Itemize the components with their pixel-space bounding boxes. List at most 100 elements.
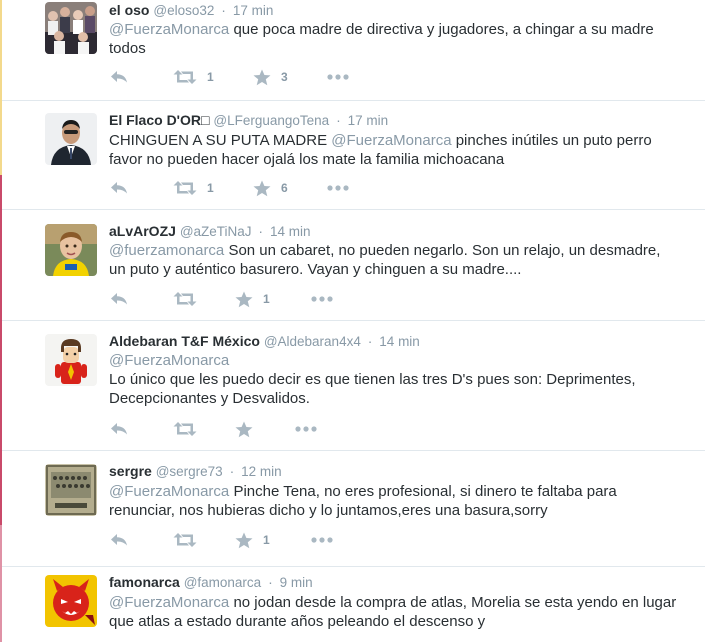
author-handle[interactable]: @famonarca (184, 575, 262, 590)
reply-icon (109, 180, 129, 196)
reply-button[interactable] (109, 289, 129, 309)
timestamp[interactable]: 17 min (348, 113, 389, 128)
mention-link[interactable]: @FuerzaMonarca (109, 351, 679, 370)
avatar[interactable] (45, 334, 97, 386)
mention-link[interactable]: @FuerzaMonarca (109, 21, 229, 38)
retweet-button[interactable]: 1 (173, 178, 214, 198)
more-options-button[interactable] (311, 537, 333, 543)
separator-dot: · (268, 574, 273, 590)
more-icon (295, 426, 317, 432)
tweet-item[interactable]: sergre @sergre73 · 12 min @FuerzaMonarca… (2, 451, 705, 567)
author-handle[interactable]: @sergre73 (156, 464, 223, 479)
avatar[interactable] (45, 575, 97, 627)
tweet-item[interactable]: El Flaco D'OR□ @LFerguangoTena · 17 min … (2, 101, 705, 210)
tweet-text: @FuerzaMonarca no jodan desde la compra … (109, 593, 679, 631)
favorite-button[interactable]: 1 (235, 289, 270, 309)
avatar[interactable] (45, 2, 97, 54)
more-options-button[interactable] (327, 185, 349, 191)
tweet-header: Aldebaran T&F México @Aldebaran4x4 · 14 … (109, 332, 420, 351)
author-name[interactable]: Aldebaran T&F México (109, 333, 260, 349)
more-options-button[interactable] (295, 426, 317, 432)
author-name[interactable]: El Flaco D'OR (109, 112, 201, 128)
timestamp[interactable]: 9 min (280, 575, 313, 590)
favorite-icon (235, 291, 253, 308)
more-options-button[interactable] (327, 74, 349, 80)
author-name[interactable]: aLvArOZJ (109, 223, 176, 239)
retweet-icon (173, 180, 197, 196)
mention-link[interactable]: @FuerzaMonarca (109, 483, 229, 500)
more-icon (311, 296, 333, 302)
tweet-header: aLvArOZJ @aZeTiNaJ · 14 min (109, 222, 311, 241)
avatar[interactable] (45, 113, 97, 165)
reply-icon (109, 69, 129, 85)
tweet-timeline: el oso @eloso32 · 17 min @FuerzaMonarca … (2, 0, 705, 642)
mention-link[interactable]: @fuerzamonarca (109, 242, 224, 259)
separator-dot: · (258, 223, 264, 239)
emoji-glyph: □ (201, 112, 210, 128)
reply-icon (109, 421, 129, 437)
separator-dot: · (367, 333, 373, 349)
favorite-button[interactable]: 6 (253, 178, 288, 198)
tweet-text: @FuerzaMonarca Lo único que les puedo de… (109, 351, 679, 408)
author-name[interactable]: famonarca (109, 574, 180, 590)
more-options-button[interactable] (311, 296, 333, 302)
author-handle[interactable]: @LFerguangoTena (213, 113, 329, 128)
avatar[interactable] (45, 224, 97, 276)
timestamp[interactable]: 14 min (379, 334, 420, 349)
author-name[interactable]: el oso (109, 2, 149, 18)
favorite-icon (253, 69, 271, 86)
tweet-item[interactable]: Aldebaran T&F México @Aldebaran4x4 · 14 … (2, 321, 705, 451)
avatar[interactable] (45, 464, 97, 516)
favorite-icon (235, 532, 253, 549)
favorite-count: 6 (281, 181, 288, 195)
tweet-header: el oso @eloso32 · 17 min (109, 1, 273, 20)
tweet-text: @fuerzamonarca Son un cabaret, no pueden… (109, 241, 679, 279)
reply-button[interactable] (109, 67, 129, 87)
retweet-button[interactable]: 1 (173, 67, 214, 87)
favorite-icon (253, 180, 271, 197)
retweet-button[interactable] (173, 419, 197, 439)
tweet-text: CHINGUEN A SU PUTA MADRE @FuerzaMonarca … (109, 131, 679, 169)
tweet-item[interactable]: el oso @eloso32 · 17 min @FuerzaMonarca … (2, 0, 705, 101)
tweet-header: sergre @sergre73 · 12 min (109, 462, 282, 481)
favorite-button[interactable] (235, 419, 253, 439)
tweet-item[interactable]: famonarca @famonarca · 9 min @FuerzaMona… (2, 567, 705, 642)
author-name[interactable]: sergre (109, 463, 152, 479)
timestamp[interactable]: 14 min (270, 224, 311, 239)
retweet-button[interactable] (173, 530, 197, 550)
tweet-item[interactable]: aLvArOZJ @aZeTiNaJ · 14 min @fuerzamonar… (2, 210, 705, 321)
tweet-text: @FuerzaMonarca Pinche Tena, no eres prof… (109, 482, 679, 520)
tweet-lead: CHINGUEN A SU PUTA MADRE (109, 132, 332, 149)
more-icon (311, 537, 333, 543)
favorite-count: 1 (263, 533, 270, 547)
tweet-header: El Flaco D'OR□ @LFerguangoTena · 17 min (109, 111, 388, 130)
mention-link[interactable]: @FuerzaMonarca (331, 132, 451, 149)
reply-icon (109, 291, 129, 307)
retweet-icon (173, 421, 197, 437)
favorite-count: 3 (281, 70, 288, 84)
reply-button[interactable] (109, 530, 129, 550)
separator-dot: · (336, 112, 341, 128)
author-handle[interactable]: @aZeTiNaJ (180, 224, 252, 239)
retweet-icon (173, 69, 197, 85)
timestamp[interactable]: 12 min (241, 464, 282, 479)
timestamp[interactable]: 17 min (233, 3, 274, 18)
tweet-body: Lo único que les puedo decir es que tien… (109, 371, 636, 407)
reply-button[interactable] (109, 178, 129, 198)
more-icon (327, 185, 349, 191)
separator-dot: · (229, 463, 235, 479)
retweet-icon (173, 291, 197, 307)
tweet-text: @FuerzaMonarca que poca madre de directi… (109, 20, 679, 58)
retweet-button[interactable] (173, 289, 197, 309)
author-handle[interactable]: @eloso32 (153, 3, 214, 18)
mention-link[interactable]: @FuerzaMonarca (109, 594, 229, 611)
retweet-count: 1 (207, 70, 214, 84)
author-handle[interactable]: @Aldebaran4x4 (264, 334, 361, 349)
favorite-button[interactable]: 1 (235, 530, 270, 550)
favorite-button[interactable]: 3 (253, 67, 288, 87)
separator-dot: · (221, 2, 226, 18)
retweet-icon (173, 532, 197, 548)
retweet-count: 1 (207, 181, 214, 195)
more-icon (327, 74, 349, 80)
reply-button[interactable] (109, 419, 129, 439)
